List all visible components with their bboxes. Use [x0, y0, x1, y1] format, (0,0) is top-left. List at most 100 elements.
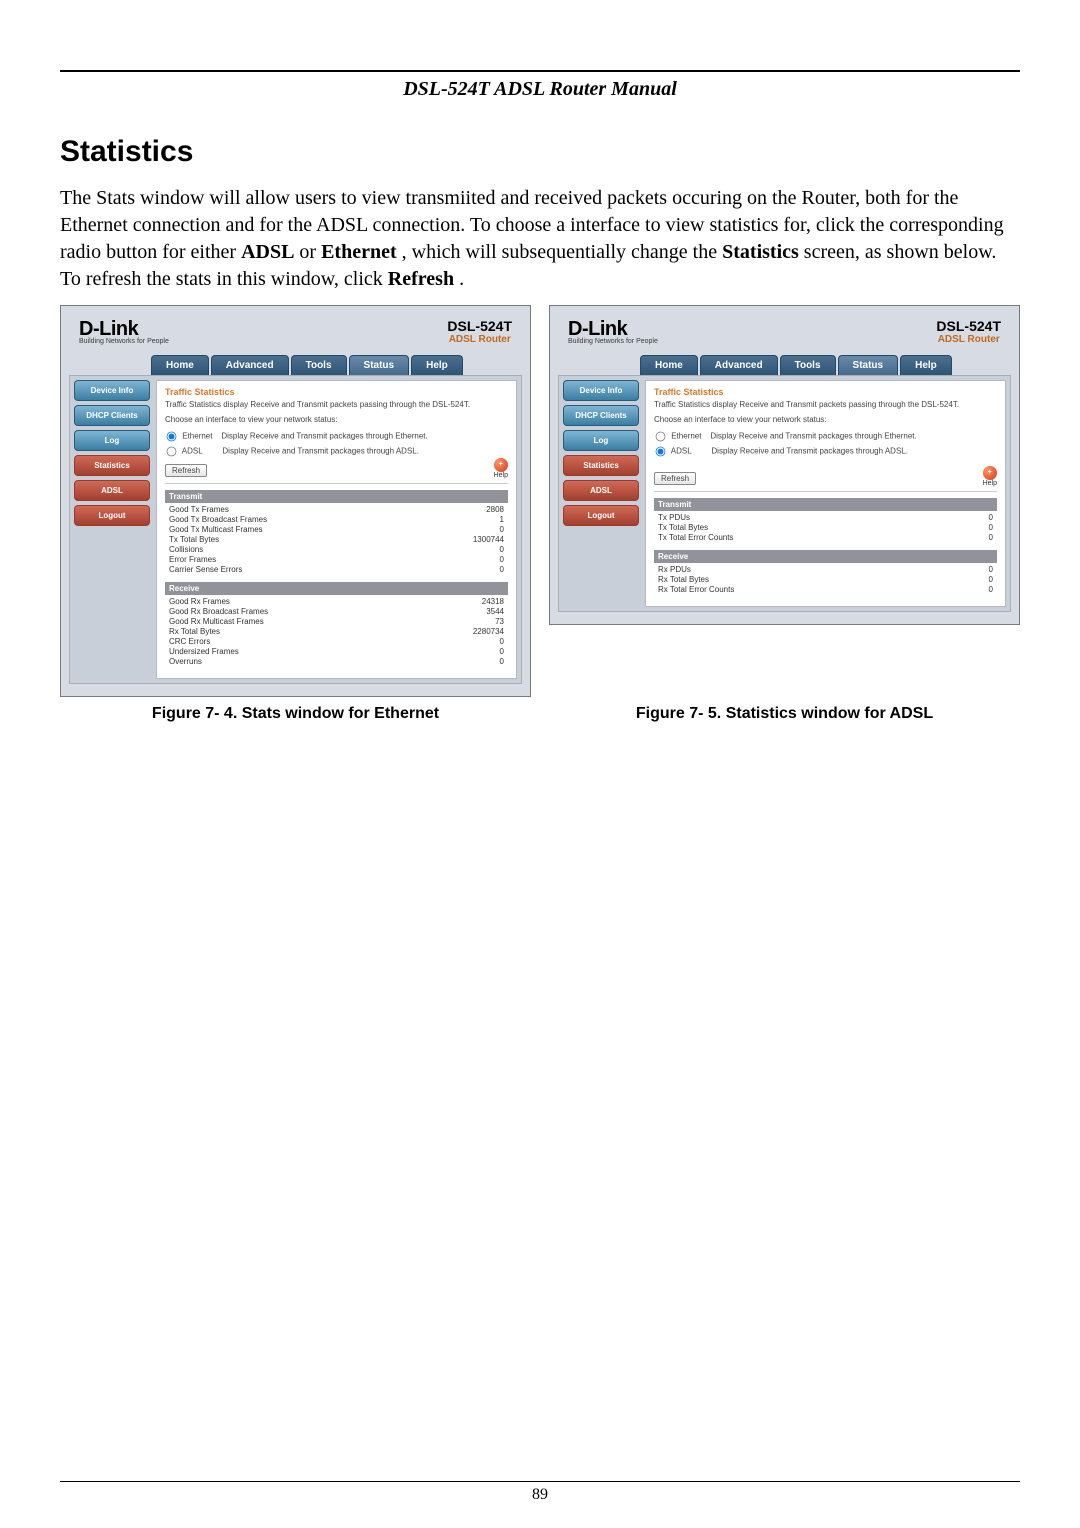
radio-adsl[interactable]	[656, 447, 666, 457]
stat-value: 0	[456, 565, 504, 574]
figure-caption-right: Figure 7- 5. Statistics window for ADSL	[549, 705, 1020, 723]
sidebar-item-dhcp-clients[interactable]: DHCP Clients	[74, 405, 150, 426]
pane-choose: Choose an interface to view your network…	[165, 415, 508, 424]
stat-value: 0	[456, 647, 504, 656]
brand-logo: D-Link	[568, 318, 627, 340]
stat-value: 24318	[456, 597, 504, 606]
help-icon[interactable]: + Help	[983, 466, 997, 487]
sidebar-item-device-info[interactable]: Device Info	[74, 380, 150, 401]
tab-advanced[interactable]: Advanced	[211, 355, 289, 375]
sidebar-item-logout[interactable]: Logout	[563, 505, 639, 526]
stat-label: Collisions	[169, 545, 438, 554]
device-name: DSL-524T	[447, 318, 512, 334]
stat-label: Good Rx Multicast Frames	[169, 617, 438, 626]
receive-stats: Good Rx Frames 24318 Good Rx Broadcast F…	[165, 595, 508, 668]
stat-label: Undersized Frames	[169, 647, 438, 656]
tab-status[interactable]: Status	[349, 355, 410, 375]
ethernet-screenshot: D-Link Building Networks for People DSL-…	[60, 305, 531, 697]
sidebar: Device Info DHCP Clients Log Statistics …	[74, 380, 150, 679]
receive-header: Receive	[165, 582, 508, 595]
stat-label: Carrier Sense Errors	[169, 565, 438, 574]
stat-label: Good Rx Broadcast Frames	[169, 607, 438, 616]
paragraph-text: .	[459, 268, 464, 290]
sidebar-item-statistics[interactable]: Statistics	[74, 455, 150, 476]
bold-statistics: Statistics	[722, 241, 799, 263]
sidebar-item-adsl[interactable]: ADSL	[563, 480, 639, 501]
stat-value: 0	[456, 657, 504, 666]
header-rule	[60, 70, 1020, 72]
radio-adsl[interactable]	[167, 447, 177, 457]
stat-label: Error Frames	[169, 555, 438, 564]
stat-value: 0	[945, 575, 993, 584]
main-pane-ethernet: Traffic Statistics Traffic Statistics di…	[156, 380, 517, 679]
sidebar-item-logout[interactable]: Logout	[74, 505, 150, 526]
document-page: DSL-524T ADSL Router Manual Statistics T…	[0, 0, 1080, 1528]
divider	[654, 491, 997, 492]
receive-stats: Rx PDUs 0 Rx Total Bytes 0 Rx Total Erro…	[654, 563, 997, 596]
radio-adsl-label: ADSL	[671, 447, 692, 456]
radio-row-adsl: ADSL Display Receive and Transmit packag…	[654, 445, 997, 458]
tab-home[interactable]: Home	[151, 355, 209, 375]
pane-intro: Traffic Statistics display Receive and T…	[654, 400, 997, 409]
refresh-button[interactable]: Refresh	[165, 464, 207, 477]
stat-value: 0	[945, 523, 993, 532]
brand-bar: D-Link Building Networks for People DSL-…	[69, 314, 522, 351]
stat-label: Tx Total Error Counts	[658, 533, 927, 542]
device-sub: ADSL Router	[936, 334, 1001, 345]
stat-value: 1300744	[456, 535, 504, 544]
stat-value: 3544	[456, 607, 504, 616]
sidebar-item-log[interactable]: Log	[563, 430, 639, 451]
content-row: Device Info DHCP Clients Log Statistics …	[69, 375, 522, 684]
sidebar-item-adsl[interactable]: ADSL	[74, 480, 150, 501]
stat-value: 0	[456, 545, 504, 554]
radio-ethernet-desc: Display Receive and Transmit packages th…	[710, 432, 916, 441]
transmit-header: Transmit	[165, 490, 508, 503]
stat-label: Rx Total Bytes	[169, 627, 438, 636]
device-sub: ADSL Router	[447, 334, 512, 345]
plus-icon: +	[494, 458, 508, 472]
stat-label: Tx PDUs	[658, 513, 927, 522]
figure-caption-left: Figure 7- 4. Stats window for Ethernet	[60, 705, 531, 723]
device-title: DSL-524T ADSL Router	[447, 318, 512, 345]
screenshot-row: D-Link Building Networks for People DSL-…	[60, 305, 1020, 697]
sidebar-item-log[interactable]: Log	[74, 430, 150, 451]
brand-tagline: Building Networks for People	[79, 338, 169, 345]
tab-help[interactable]: Help	[900, 355, 952, 375]
radio-row-ethernet: Ethernet Display Receive and Transmit pa…	[654, 430, 997, 443]
tab-row: Home Advanced Tools Status Help	[151, 355, 522, 375]
help-icon[interactable]: + Help	[494, 458, 508, 479]
tab-help[interactable]: Help	[411, 355, 463, 375]
stat-value: 0	[945, 533, 993, 542]
stat-label: Tx Total Bytes	[658, 523, 927, 532]
stat-label: Tx Total Bytes	[169, 535, 438, 544]
stat-label: Rx PDUs	[658, 565, 927, 574]
page-header: DSL-524T ADSL Router Manual	[60, 78, 1020, 105]
tab-home[interactable]: Home	[640, 355, 698, 375]
sidebar-item-dhcp-clients[interactable]: DHCP Clients	[563, 405, 639, 426]
radio-ethernet[interactable]	[167, 432, 177, 442]
stat-label: Good Tx Multicast Frames	[169, 525, 438, 534]
bold-adsl: ADSL	[241, 241, 294, 263]
radio-ethernet-label: Ethernet	[671, 432, 701, 441]
brand-bar: D-Link Building Networks for People DSL-…	[558, 314, 1011, 351]
radio-ethernet[interactable]	[656, 432, 666, 442]
tab-tools[interactable]: Tools	[291, 355, 347, 375]
tab-tools[interactable]: Tools	[780, 355, 836, 375]
bold-ethernet: Ethernet	[321, 241, 397, 263]
sidebar-item-device-info[interactable]: Device Info	[563, 380, 639, 401]
tab-status[interactable]: Status	[838, 355, 899, 375]
brand-logo: D-Link	[79, 318, 138, 340]
content-row: Device Info DHCP Clients Log Statistics …	[558, 375, 1011, 612]
stat-value: 0	[456, 525, 504, 534]
stat-value: 0	[945, 565, 993, 574]
brand-tagline: Building Networks for People	[568, 338, 658, 345]
sidebar-item-statistics[interactable]: Statistics	[563, 455, 639, 476]
adsl-screenshot: D-Link Building Networks for People DSL-…	[549, 305, 1020, 625]
device-title: DSL-524T ADSL Router	[936, 318, 1001, 345]
stat-label: Good Rx Frames	[169, 597, 438, 606]
refresh-button[interactable]: Refresh	[654, 472, 696, 485]
footer-rule	[60, 1481, 1020, 1482]
pane-title: Traffic Statistics	[654, 387, 997, 397]
sidebar: Device Info DHCP Clients Log Statistics …	[563, 380, 639, 607]
tab-advanced[interactable]: Advanced	[700, 355, 778, 375]
